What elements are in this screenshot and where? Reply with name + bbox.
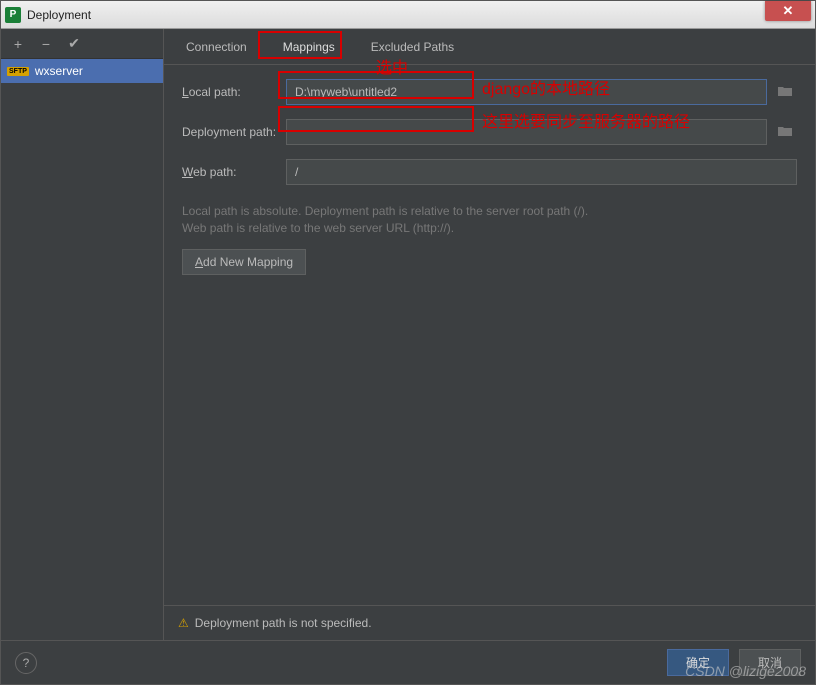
window-title: Deployment bbox=[27, 8, 765, 22]
server-item-wxserver[interactable]: SFTP wxserver bbox=[1, 59, 163, 83]
content-split: + − ✔ SFTP wxserver Connection Mappings … bbox=[1, 29, 815, 640]
web-path-input[interactable] bbox=[286, 159, 797, 185]
ok-button[interactable]: 确定 bbox=[667, 649, 729, 676]
mappings-form: Local path: Deployment path: bbox=[164, 65, 815, 605]
server-list: SFTP wxserver bbox=[1, 59, 163, 640]
browse-deploy-icon[interactable] bbox=[773, 124, 797, 140]
tabstrip: Connection Mappings Excluded Paths bbox=[164, 29, 815, 65]
row-deployment-path: Deployment path: bbox=[182, 119, 797, 145]
remove-icon[interactable]: − bbox=[39, 36, 53, 52]
tab-excluded-paths[interactable]: Excluded Paths bbox=[365, 36, 460, 58]
close-button[interactable]: ✕ bbox=[765, 1, 811, 21]
deployment-path-input[interactable] bbox=[286, 119, 767, 145]
deployment-path-label: Deployment path: bbox=[182, 125, 286, 139]
local-path-input[interactable] bbox=[286, 79, 767, 105]
tab-connection[interactable]: Connection bbox=[180, 36, 253, 58]
row-local-path: Local path: bbox=[182, 79, 797, 105]
help-button[interactable]: ? bbox=[15, 652, 37, 674]
app-icon: P bbox=[5, 7, 21, 23]
browse-local-icon[interactable] bbox=[773, 84, 797, 100]
titlebar: P Deployment ✕ bbox=[1, 1, 815, 29]
add-icon[interactable]: + bbox=[11, 36, 25, 52]
warning-text: Deployment path is not specified. bbox=[195, 616, 372, 630]
main-panel: Connection Mappings Excluded Paths Local… bbox=[164, 29, 815, 640]
web-path-label: Web path: bbox=[182, 165, 286, 179]
dialog-button-bar: ? 确定 取消 bbox=[1, 640, 815, 684]
cancel-button[interactable]: 取消 bbox=[739, 649, 801, 676]
sidebar: + − ✔ SFTP wxserver bbox=[1, 29, 164, 640]
deployment-dialog: P Deployment ✕ + − ✔ SFTP wxserver bbox=[0, 0, 816, 685]
warning-icon: ⚠ bbox=[178, 616, 189, 630]
tab-mappings[interactable]: Mappings bbox=[277, 36, 341, 58]
local-path-label: Local path: bbox=[182, 85, 286, 99]
close-icon: ✕ bbox=[783, 3, 794, 19]
help-text: Local path is absolute. Deployment path … bbox=[182, 203, 797, 237]
check-icon[interactable]: ✔ bbox=[67, 35, 81, 52]
dialog-body: + − ✔ SFTP wxserver Connection Mappings … bbox=[1, 29, 815, 684]
server-item-label: wxserver bbox=[35, 64, 83, 78]
warning-bar: ⚠ Deployment path is not specified. bbox=[164, 605, 815, 640]
sftp-badge-icon: SFTP bbox=[7, 67, 29, 76]
row-web-path: Web path: bbox=[182, 159, 797, 185]
sidebar-toolbar: + − ✔ bbox=[1, 29, 163, 59]
add-new-mapping-button[interactable]: Add New Mapping bbox=[182, 249, 306, 275]
